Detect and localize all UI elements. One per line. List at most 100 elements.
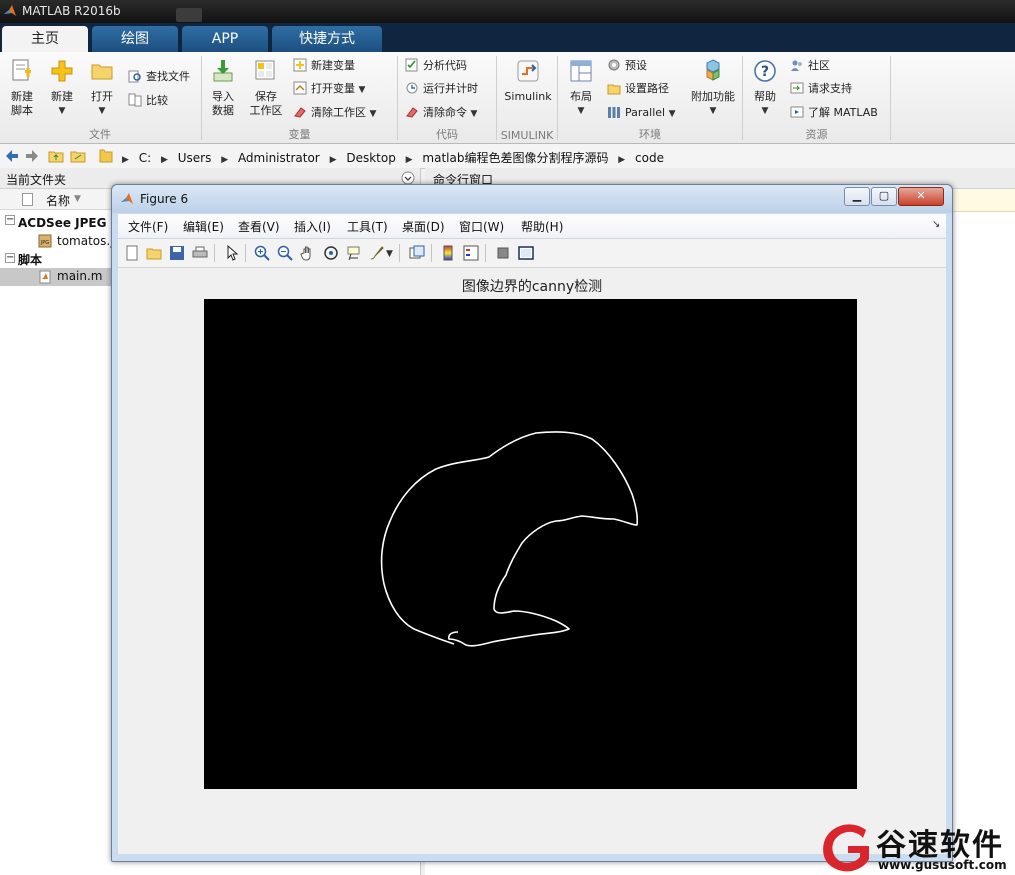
brush-dropdown-icon[interactable]: ▼ — [386, 249, 393, 259]
back-arrow-icon[interactable] — [4, 148, 20, 164]
menu-desktop[interactable]: 桌面(D) — [402, 218, 445, 235]
minimize-button[interactable]: ▁ — [844, 187, 870, 206]
add-ons-dropdown-icon[interactable]: ▼ — [685, 104, 741, 118]
breadcrumb-item[interactable]: Administrator — [238, 151, 320, 165]
open-file-icon[interactable] — [146, 245, 162, 261]
toolbar-separator — [245, 244, 246, 262]
open-variable-label: 打开变量 — [311, 82, 355, 95]
parallel-button[interactable]: Parallel ▼ — [607, 104, 676, 122]
parallel-dropdown-icon[interactable]: ▼ — [669, 109, 676, 119]
save-workspace-button[interactable]: 保存 工作区 — [245, 58, 287, 118]
help-dropdown-icon[interactable]: ▼ — [748, 104, 782, 118]
show-plot-tools-icon[interactable] — [518, 245, 534, 261]
clear-commands-button[interactable]: 清除命令 ▼ — [405, 104, 477, 122]
figure-title-bar[interactable]: Figure 6 ▁ ▢ ✕ — [112, 185, 952, 213]
ribbon-separator — [397, 56, 398, 140]
rotate-3d-icon[interactable] — [323, 245, 339, 261]
pan-hand-icon[interactable] — [300, 245, 316, 261]
collapse-icon[interactable]: − — [5, 215, 15, 225]
new-variable-button[interactable]: 新建变量 — [293, 57, 355, 75]
add-ons-label: 附加功能 — [691, 90, 735, 103]
watermark-logo: 谷速软件 www.gususoft.com — [818, 818, 1015, 875]
open-dropdown-icon[interactable]: ▼ — [86, 104, 118, 118]
name-column-header[interactable]: 名称 — [46, 192, 70, 209]
open-variable-button[interactable]: 打开变量 ▼ — [293, 80, 365, 98]
menu-window[interactable]: 窗口(W) — [459, 218, 504, 235]
zoom-in-icon[interactable] — [254, 245, 270, 261]
help-button[interactable]: ? 帮助 ▼ — [748, 58, 782, 118]
dock-figure-icon[interactable]: ↘ — [932, 219, 940, 230]
brush-icon[interactable] — [369, 245, 385, 261]
analyze-code-button[interactable]: 分析代码 — [405, 57, 467, 75]
breadcrumb-separator-icon: ▶ — [405, 155, 413, 165]
tab-plots[interactable]: 绘图 — [92, 26, 178, 52]
list-item-selected[interactable]: main.m — [0, 268, 112, 286]
legend-icon[interactable] — [463, 245, 479, 261]
breadcrumb-separator-icon: ▶ — [122, 155, 129, 165]
menu-edit[interactable]: 编辑(E) — [183, 218, 224, 235]
new-dropdown-icon[interactable]: ▼ — [46, 104, 78, 118]
tab-shortcuts[interactable]: 快捷方式 — [272, 26, 382, 52]
data-cursor-icon[interactable] — [346, 245, 362, 261]
maximize-button[interactable]: ▢ — [871, 187, 897, 206]
breadcrumb-item[interactable]: Users — [178, 151, 212, 165]
link-plot-icon[interactable] — [409, 245, 425, 261]
list-item[interactable]: − 脚本 — [0, 250, 112, 268]
breadcrumb-item[interactable]: matlab编程色差图像分割程序源码 — [422, 151, 608, 165]
breadcrumb-item[interactable]: code — [635, 151, 664, 165]
figure-canvas[interactable]: 图像边界的canny检测 — [118, 268, 946, 854]
open-button[interactable]: 打开 ▼ — [86, 58, 118, 118]
clear-workspace-button[interactable]: 清除工作区 ▼ — [293, 104, 376, 122]
layout-button[interactable]: 布局 ▼ — [563, 58, 599, 118]
learn-matlab-button[interactable]: 了解 MATLAB — [790, 104, 878, 122]
list-item[interactable]: JPG tomatos.jpg — [0, 232, 129, 250]
collapse-icon[interactable]: − — [5, 253, 15, 263]
ribbon-separator — [201, 56, 202, 140]
menu-tools[interactable]: 工具(T) — [347, 218, 388, 235]
run-and-time-button[interactable]: 运行并计时 — [405, 80, 478, 98]
community-button[interactable]: 社区 — [790, 57, 830, 75]
clear-commands-dropdown-icon[interactable]: ▼ — [471, 109, 478, 119]
ribbon-separator — [742, 56, 743, 140]
clear-workspace-dropdown-icon[interactable]: ▼ — [370, 109, 377, 119]
menu-insert[interactable]: 插入(I) — [294, 218, 331, 235]
pointer-icon[interactable] — [224, 245, 240, 261]
breadcrumb-separator-icon: ▶ — [618, 155, 626, 165]
set-path-button[interactable]: 设置路径 — [607, 80, 669, 98]
edge-image[interactable] — [204, 299, 857, 789]
menu-help[interactable]: 帮助(H) — [521, 218, 563, 235]
new-script-button[interactable]: 新建 脚本 — [4, 58, 40, 118]
matlab-logo-icon — [121, 193, 133, 204]
menu-file[interactable]: 文件(F) — [128, 218, 168, 235]
new-figure-icon[interactable] — [124, 245, 140, 261]
hide-plot-tools-icon[interactable] — [495, 245, 511, 261]
up-folder-icon[interactable] — [48, 148, 64, 164]
breadcrumb-item[interactable]: Desktop — [346, 151, 396, 165]
save-icon[interactable] — [169, 245, 185, 261]
menu-view[interactable]: 查看(V) — [238, 218, 280, 235]
forward-arrow-icon[interactable] — [24, 148, 40, 164]
layout-dropdown-icon[interactable]: ▼ — [563, 104, 599, 118]
open-variable-dropdown-icon[interactable]: ▼ — [359, 85, 366, 95]
print-icon[interactable] — [192, 245, 208, 261]
tab-apps[interactable]: APP — [182, 26, 268, 52]
breadcrumb-item[interactable]: C: — [139, 151, 151, 165]
add-ons-button[interactable]: 附加功能 ▼ — [685, 58, 741, 118]
figure-title: Figure 6 — [140, 192, 189, 206]
find-files-button[interactable]: 查找文件 — [128, 68, 190, 86]
zoom-out-icon[interactable] — [277, 245, 293, 261]
colorbar-icon[interactable] — [440, 245, 456, 261]
figure-window[interactable]: Figure 6 ▁ ▢ ✕ 文件(F) 编辑(E) 查看(V) 插入(I) 工… — [111, 184, 953, 862]
compare-button[interactable]: 比较 — [128, 92, 168, 110]
tab-home[interactable]: 主页 — [2, 26, 88, 52]
close-button[interactable]: ✕ — [898, 187, 944, 206]
sort-arrow-icon[interactable]: ▼ — [74, 194, 81, 204]
list-item[interactable]: − ACDSee JPEG 图 — [0, 212, 123, 232]
browse-folder-icon[interactable] — [70, 148, 86, 164]
simulink-button[interactable]: Simulink — [500, 58, 556, 104]
preferences-button[interactable]: 预设 — [607, 57, 647, 75]
panel-menu-icon[interactable] — [401, 171, 415, 185]
import-data-button[interactable]: 导入 数据 — [205, 58, 241, 118]
request-support-button[interactable]: 请求支持 — [790, 80, 852, 98]
new-button[interactable]: 新建 ▼ — [46, 58, 78, 118]
